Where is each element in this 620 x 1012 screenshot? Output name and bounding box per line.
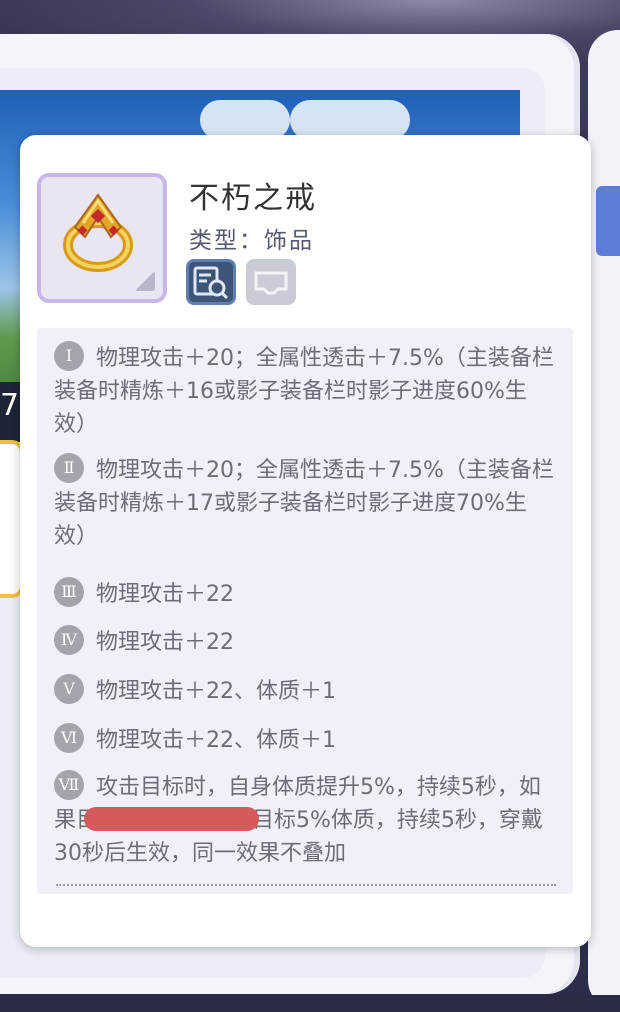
item-type: 类型：饰品 (189, 228, 314, 254)
rarity-corner-mark (135, 271, 155, 291)
dotted-divider (56, 884, 556, 886)
golden-ring-icon (63, 193, 133, 272)
refine-level-badge: Ⅶ (54, 770, 84, 800)
book-page-right (588, 30, 620, 1010)
refine-line-2: Ⅱ 物理攻击＋20；全属性透击＋7.5%（主装备栏装备时精炼＋17或影子装备栏时影… (54, 453, 554, 553)
redaction-mark (84, 807, 259, 831)
refine-text: 物理攻击＋22、体质＋1 (96, 679, 336, 704)
refine-level-badge: Ⅰ (54, 341, 84, 371)
refine-line-3: Ⅲ 物理攻击＋22 (54, 577, 554, 611)
refine-level-badge: Ⅳ (54, 625, 84, 655)
tray-icon[interactable] (246, 259, 296, 305)
item-name: 不朽之戒 (189, 181, 317, 216)
refine-level-badge: Ⅴ (54, 674, 84, 704)
background-bar-text: 7 (0, 388, 20, 423)
refine-level-badge: Ⅲ (54, 577, 84, 607)
book-tab[interactable] (596, 186, 620, 256)
refine-line-4: Ⅳ 物理攻击＋22 (54, 625, 554, 659)
refine-text: 物理攻击＋22 (96, 582, 234, 607)
refine-text: 物理攻击＋22、体质＋1 (96, 728, 336, 753)
refine-level-badge: Ⅱ (54, 453, 84, 483)
refine-text: 物理攻击＋22 (96, 630, 234, 655)
item-tooltip-card: 不朽之戒 类型：饰品 Ⅰ 物理攻击＋20；全属性透击＋7.5%（主装备栏装备时精炼… (20, 135, 591, 947)
inspect-icon[interactable] (186, 259, 236, 305)
refine-line-5: Ⅴ 物理攻击＋22、体质＋1 (54, 674, 554, 708)
item-icon-frame (37, 173, 167, 303)
refine-line-6: Ⅵ 物理攻击＋22、体质＋1 (54, 723, 554, 757)
background-cloud (200, 100, 290, 140)
refine-line-1: Ⅰ 物理攻击＋20；全属性透击＋7.5%（主装备栏装备时精炼＋16或影子装备栏时影… (54, 341, 554, 441)
refine-level-badge: Ⅵ (54, 723, 84, 753)
refine-text: 物理攻击＋20；全属性透击＋7.5%（主装备栏装备时精炼＋16或影子装备栏时影子… (54, 346, 554, 437)
background-cloud (290, 100, 410, 140)
bottom-strip (0, 995, 620, 1012)
refine-text: 物理攻击＋20；全属性透击＋7.5%（主装备栏装备时精炼＋17或影子装备栏时影子… (54, 458, 554, 549)
